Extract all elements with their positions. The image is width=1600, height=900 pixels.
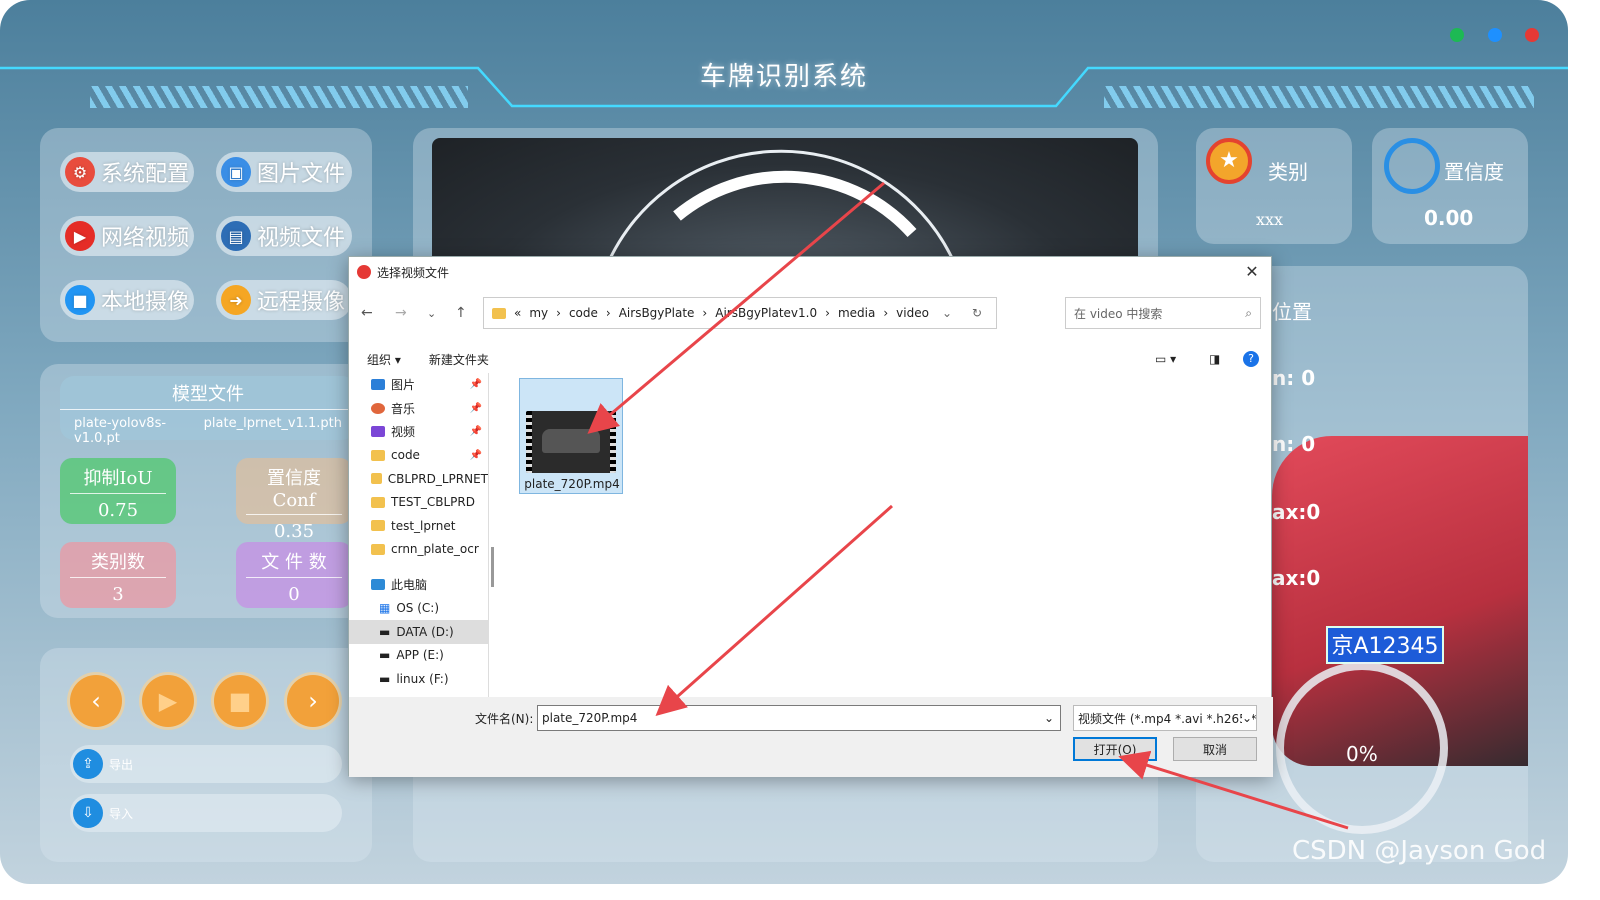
annotation-arrows bbox=[587, 181, 1349, 830]
watermark: CSDN @Jayson God bbox=[1292, 836, 1547, 866]
